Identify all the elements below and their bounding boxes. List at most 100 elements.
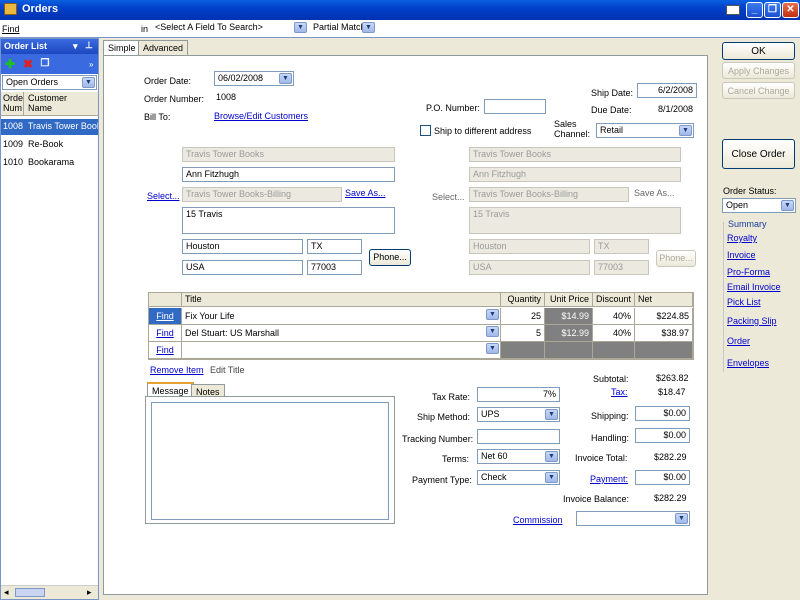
ship-contact-input[interactable]: Ann Fitzhugh: [469, 167, 681, 182]
edit-title-link[interactable]: Edit Title: [210, 365, 245, 375]
item-discount[interactable]: [593, 342, 635, 359]
item-quantity[interactable]: 5: [501, 325, 545, 342]
chevron-down-icon[interactable]: ▼: [294, 22, 307, 33]
chevron-down-icon[interactable]: ▼: [781, 200, 794, 211]
browse-customers-link[interactable]: Browse/Edit Customers: [214, 111, 308, 121]
ship-select-address-link[interactable]: Select...: [432, 192, 465, 202]
ship-company-input[interactable]: Travis Tower Books: [469, 147, 681, 162]
copy-order-icon[interactable]: ❐: [39, 58, 51, 70]
remove-item-link[interactable]: Remove Item: [150, 365, 204, 375]
order-list-row[interactable]: 1009 Re-Book: [1, 137, 98, 153]
bill-zip-input[interactable]: 77003: [307, 260, 362, 275]
unit-price-column-header[interactable]: Unit Price: [545, 293, 593, 307]
chevron-down-icon[interactable]: ▼: [486, 343, 499, 354]
royalty-link[interactable]: Royalty: [727, 233, 757, 243]
title-column-header[interactable]: Title: [182, 293, 501, 307]
chevron-down-icon[interactable]: ▼: [675, 513, 688, 524]
item-quantity[interactable]: [501, 342, 545, 359]
ship-date-input[interactable]: 6/2/2008: [637, 83, 697, 98]
delete-order-icon[interactable]: ✖: [22, 58, 34, 70]
chevron-down-icon[interactable]: ▼: [679, 125, 692, 136]
chevron-down-icon[interactable]: ▼: [486, 326, 499, 337]
envelopes-link[interactable]: Envelopes: [727, 358, 769, 368]
pick-list-link[interactable]: Pick List: [727, 297, 761, 307]
payment-type-select[interactable]: Check ▼: [477, 470, 560, 485]
customer-name-header[interactable]: Customer Name: [28, 93, 78, 113]
ship-state-input[interactable]: TX: [594, 239, 649, 254]
apply-changes-button[interactable]: Apply Changes: [722, 62, 795, 79]
order-date-picker[interactable]: 06/02/2008 ▼: [214, 71, 294, 86]
ship-city-input[interactable]: Houston: [469, 239, 590, 254]
packing-slip-link[interactable]: Packing Slip: [727, 316, 777, 326]
scroll-left-icon[interactable]: ◂: [4, 587, 9, 598]
bill-country-input[interactable]: USA: [182, 260, 303, 275]
order-list-row[interactable]: 1008 Travis Tower Books: [1, 119, 98, 135]
handling-input[interactable]: $0.00: [635, 428, 690, 443]
payment-input[interactable]: $0.00: [635, 470, 690, 485]
bill-contact-input[interactable]: Ann Fitzhugh: [182, 167, 395, 182]
item-title-select[interactable]: Fix Your Life ▼: [182, 308, 501, 325]
find-item-link[interactable]: Find: [149, 342, 182, 359]
payment-link[interactable]: Payment:: [590, 474, 628, 484]
chevron-down-icon[interactable]: ▼: [279, 73, 292, 84]
order-filter-select[interactable]: Open Orders ▼: [2, 75, 97, 90]
item-title-select[interactable]: Del Stuart: US Marshall ▼: [182, 325, 501, 342]
ok-button[interactable]: OK: [722, 42, 795, 60]
bill-phone-button[interactable]: Phone...: [369, 249, 411, 266]
add-order-icon[interactable]: ✚: [4, 58, 16, 70]
item-discount[interactable]: 40%: [593, 325, 635, 342]
scrollbar-thumb[interactable]: [15, 588, 45, 597]
bill-save-as-link[interactable]: Save As...: [345, 188, 386, 198]
toolbar-overflow-icon[interactable]: »: [89, 60, 93, 69]
invoice-link[interactable]: Invoice: [727, 250, 756, 260]
close-window-button[interactable]: ✕: [782, 2, 799, 18]
tax-link[interactable]: Tax:: [611, 387, 628, 397]
chevron-down-icon[interactable]: ▼: [362, 22, 375, 33]
commission-select[interactable]: ▼: [576, 511, 690, 526]
bill-city-input[interactable]: Houston: [182, 239, 303, 254]
pro-forma-link[interactable]: Pro-Forma: [727, 267, 770, 277]
po-number-input[interactable]: [484, 99, 546, 114]
tab-advanced[interactable]: Advanced: [138, 40, 189, 55]
bill-select-address-link[interactable]: Select...: [147, 191, 180, 201]
tracking-number-input[interactable]: [477, 429, 560, 444]
ship-country-input[interactable]: USA: [469, 260, 590, 275]
ship-address-name-input[interactable]: Travis Tower Books-Billing: [469, 187, 629, 202]
bill-state-input[interactable]: TX: [307, 239, 362, 254]
close-order-button[interactable]: Close Order: [722, 139, 795, 169]
tab-message[interactable]: Message: [147, 382, 194, 397]
chevron-down-icon[interactable]: ▼: [545, 451, 558, 462]
item-quantity[interactable]: 25: [501, 308, 545, 325]
chevron-down-icon[interactable]: ▼: [545, 409, 558, 420]
chevron-down-icon[interactable]: ▼: [486, 309, 499, 320]
horizontal-scrollbar[interactable]: ◂ ▸: [1, 585, 98, 599]
find-item-link[interactable]: Find: [149, 325, 182, 342]
commission-link[interactable]: Commission: [513, 515, 563, 525]
bill-company-input[interactable]: Travis Tower Books: [182, 147, 395, 162]
tab-simple[interactable]: Simple: [103, 40, 141, 55]
shipping-input[interactable]: $0.00: [635, 406, 690, 421]
ship-save-as-link[interactable]: Save As...: [634, 188, 675, 198]
message-textarea[interactable]: [151, 402, 389, 520]
order-num-header[interactable]: Order Num: [3, 93, 23, 113]
item-title-select[interactable]: ▼: [182, 342, 501, 359]
terms-select[interactable]: Net 60 ▼: [477, 449, 560, 464]
bill-street-input[interactable]: 15 Travis: [182, 207, 395, 234]
search-field-select[interactable]: <Select A Field To Search> ▼: [152, 21, 308, 36]
order-status-select[interactable]: Open ▼: [722, 198, 796, 213]
email-invoice-link[interactable]: Email Invoice: [727, 282, 781, 292]
chevron-down-icon[interactable]: ▼: [82, 77, 95, 88]
scroll-right-icon[interactable]: ▸: [87, 587, 92, 598]
ship-phone-button[interactable]: Phone...: [656, 250, 696, 267]
dropdown-arrow-icon[interactable]: ▾: [73, 41, 78, 52]
search-input[interactable]: [20, 21, 136, 36]
pin-icon[interactable]: ⊥: [85, 40, 93, 51]
bill-address-name-input[interactable]: Travis Tower Books-Billing: [182, 187, 342, 202]
ship-street-input[interactable]: 15 Travis: [469, 207, 681, 234]
sales-channel-select[interactable]: Retail ▼: [596, 123, 694, 138]
order-link[interactable]: Order: [727, 336, 750, 346]
minimize-button[interactable]: _: [746, 2, 763, 18]
system-menu-icon[interactable]: [726, 5, 740, 15]
find-item-link[interactable]: Find: [149, 308, 182, 325]
tax-rate-input[interactable]: 7%: [477, 387, 560, 402]
